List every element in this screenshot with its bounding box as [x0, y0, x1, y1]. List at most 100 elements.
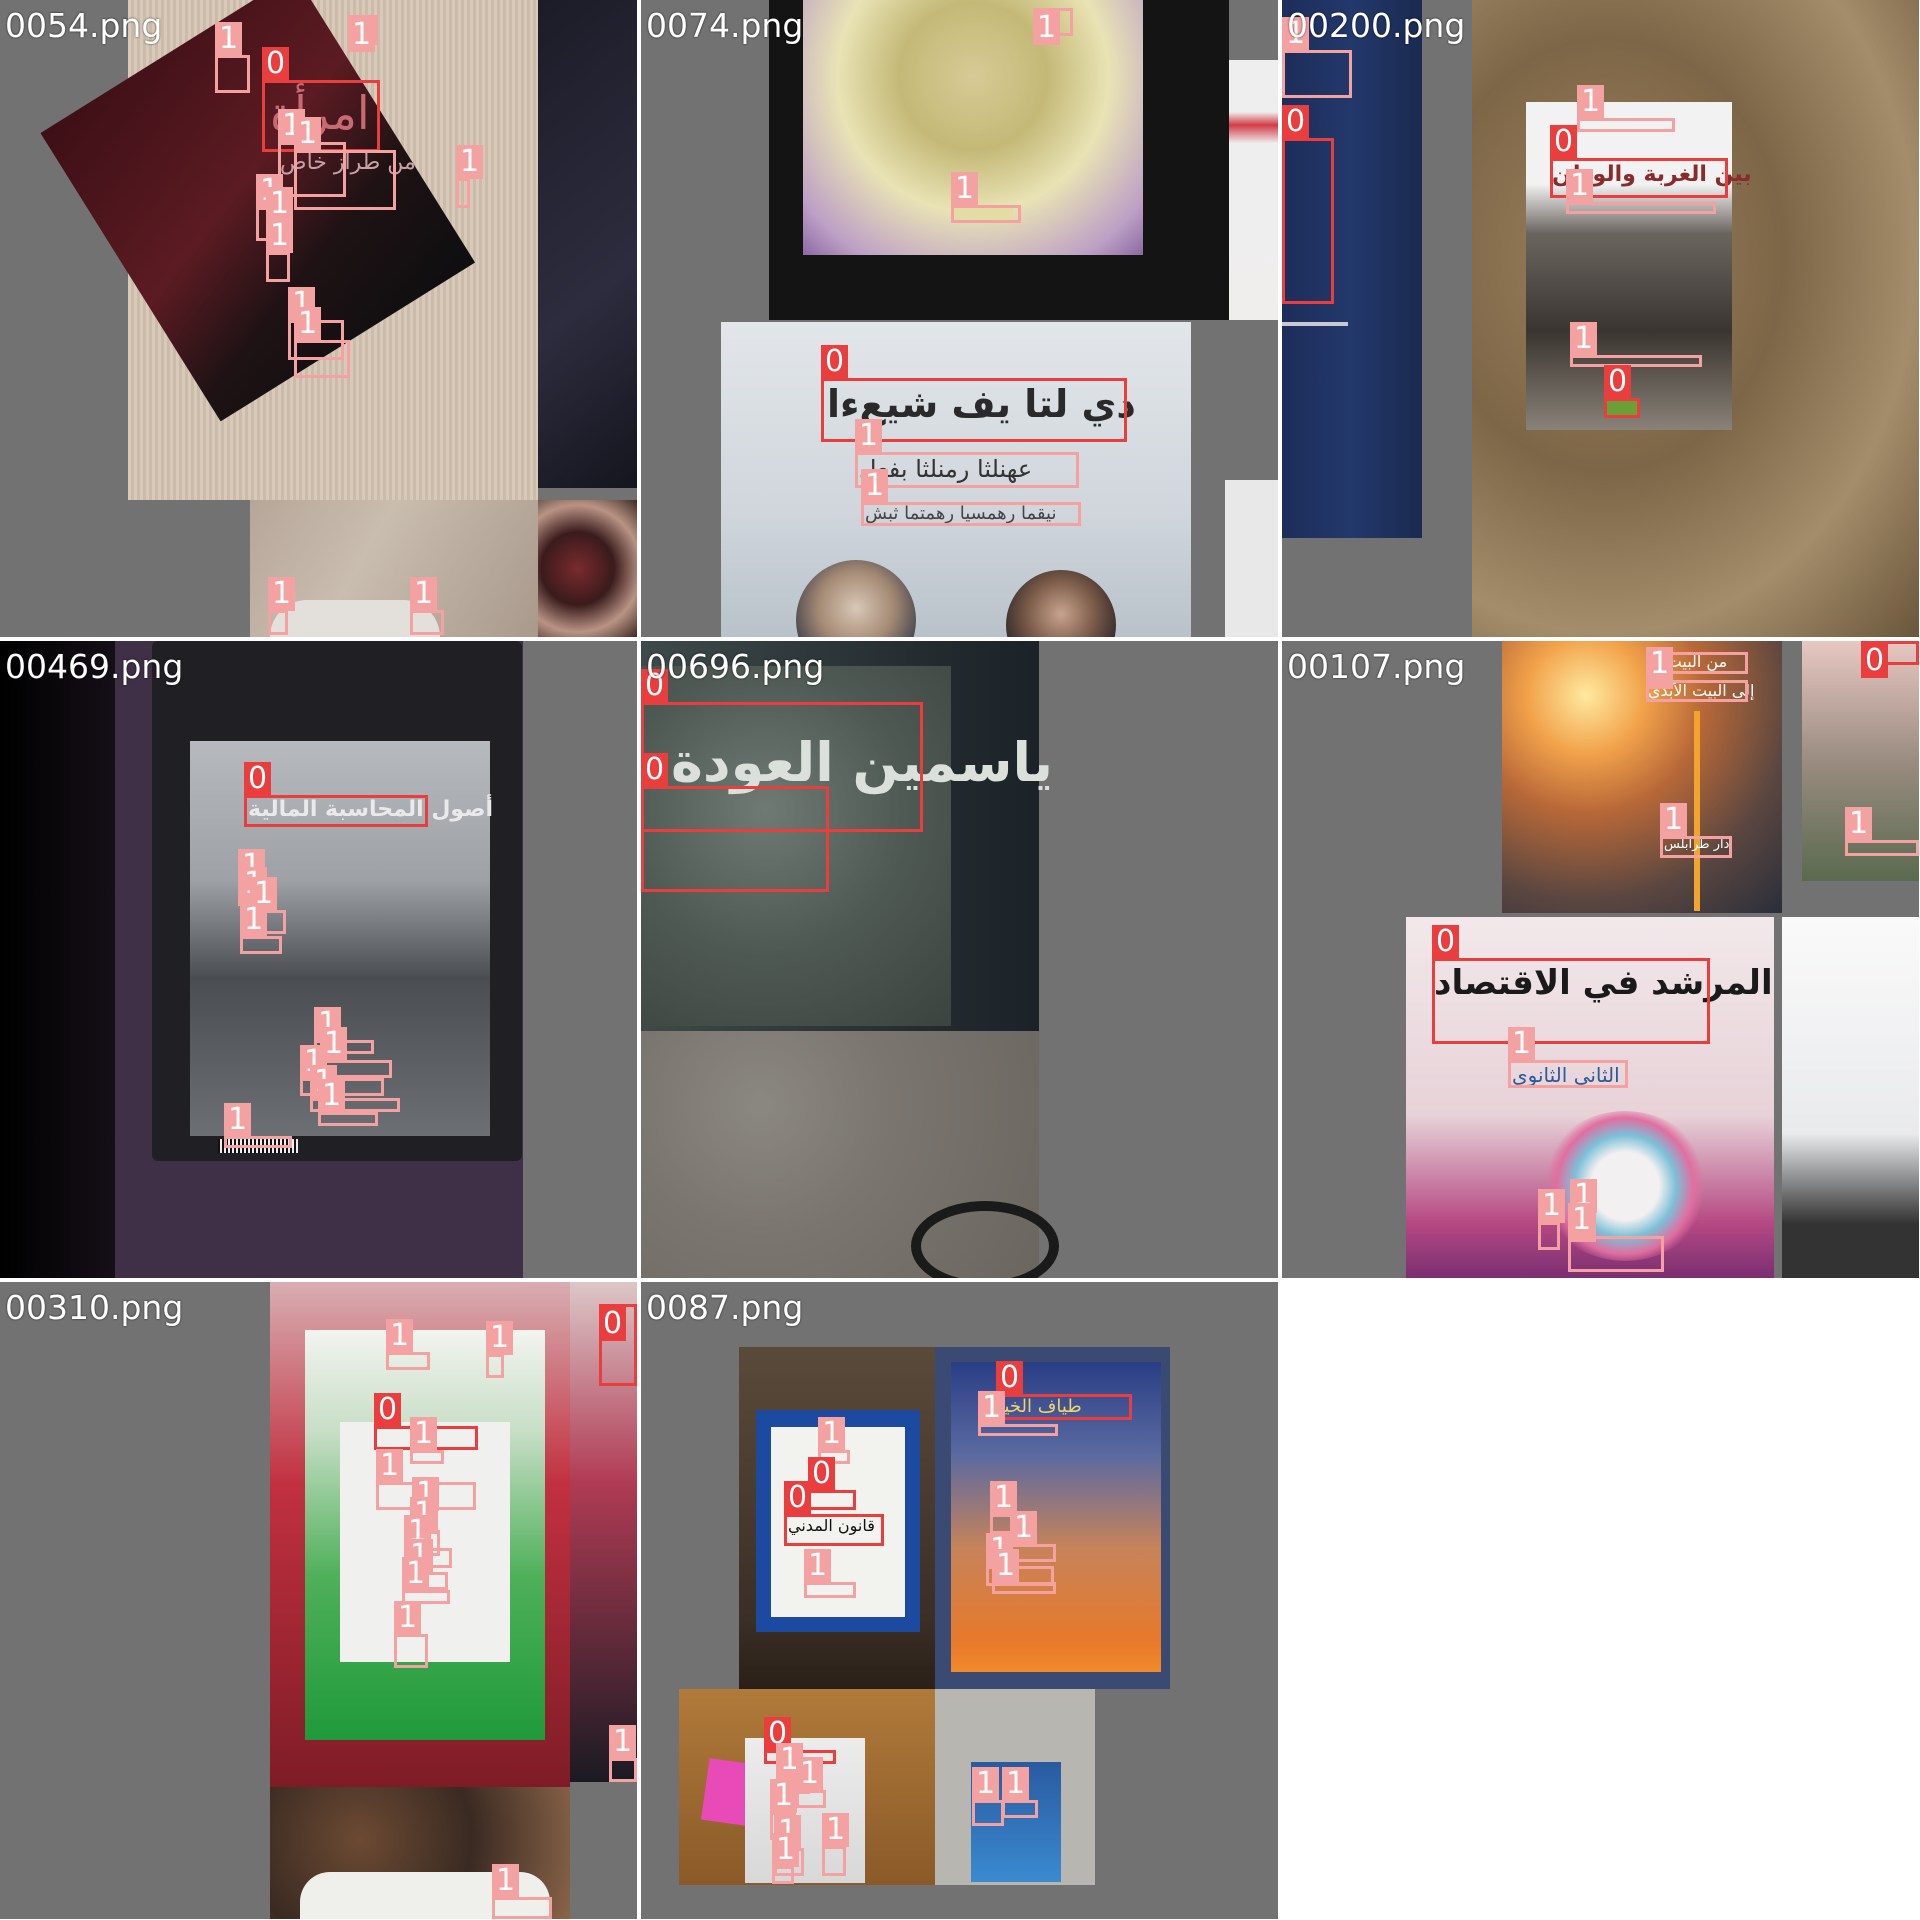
class-label: 0: [262, 47, 290, 81]
class-label: 1: [861, 469, 889, 503]
orange-rope: [1694, 711, 1700, 911]
detection-box: 1: [386, 1319, 430, 1370]
class-label: 1: [394, 1601, 422, 1635]
class-label: 1: [240, 903, 268, 937]
class-label: 0: [1604, 365, 1632, 399]
class-label: 1: [1568, 1203, 1596, 1237]
empty-slot: [1282, 1282, 1919, 1919]
detection-box: 1: [804, 1549, 856, 1598]
class-label: 1: [294, 307, 322, 341]
detection-box: 1: [978, 1391, 1058, 1436]
detection-box: 1: [456, 145, 484, 208]
detection-box: 1: [1660, 803, 1732, 858]
detection-box: 1: [348, 15, 378, 52]
class-label: 1: [386, 1319, 414, 1353]
detection-box: 1: [1002, 1767, 1038, 1818]
detection-box: 1: [951, 172, 1021, 223]
class-label: 1: [972, 1767, 1000, 1801]
detection-box: 1: [861, 469, 1081, 526]
class-label: 1: [772, 1833, 800, 1867]
class-label: 1: [796, 1757, 824, 1791]
detection-box: 1: [318, 1079, 378, 1126]
class-label: 1: [224, 1103, 252, 1137]
detection-box: 0: [244, 762, 428, 827]
detection-box: 1: [1282, 17, 1352, 98]
class-label: 0: [784, 1481, 812, 1515]
detection-box: 1: [224, 1103, 292, 1148]
class-label: 0: [641, 753, 669, 787]
detection-box: 0: [1861, 641, 1919, 678]
class-label: 1: [1508, 1027, 1536, 1061]
detection-box: 0: [784, 1481, 884, 1546]
tile-0054: امرأة من طراز خاص 0054.png 1101111111111: [0, 0, 637, 637]
detection-box: 1: [1568, 1203, 1664, 1272]
detection-box: 0: [641, 753, 829, 892]
detection-box: 0: [996, 1361, 1132, 1420]
class-label: 1: [376, 1449, 404, 1483]
tile-filename: 00469.png: [5, 647, 184, 686]
class-label: 0: [1282, 105, 1310, 139]
class-label: 1: [855, 419, 883, 453]
detection-box: 1: [609, 1725, 637, 1782]
class-label: 1: [348, 18, 376, 52]
detection-box: 1: [240, 903, 282, 954]
tile-filename: 0054.png: [5, 6, 163, 45]
detection-box: 1: [486, 1321, 514, 1378]
tile-00200: بين الغربة والوطن 00200.png 1010110: [1282, 0, 1919, 637]
detection-box: 1: [1577, 85, 1675, 132]
detection-box: 1: [215, 22, 250, 93]
class-label: 0: [1550, 125, 1578, 159]
tile-0087: قانون المدني طياف الخيا 0087.png 0110011…: [641, 1282, 1278, 1919]
class-label: 1: [410, 1417, 438, 1451]
detection-box: 1: [266, 219, 294, 282]
right-wall: [1782, 917, 1919, 1278]
detection-box: 1: [992, 1549, 1056, 1594]
class-label: 1: [978, 1391, 1006, 1425]
class-label: 1: [215, 22, 243, 56]
class-label: 0: [244, 762, 272, 796]
class-label: 0: [808, 1457, 836, 1491]
class-label: 1: [486, 1321, 514, 1355]
class-label: 1: [1566, 169, 1594, 203]
tile-filename: 00107.png: [1287, 647, 1466, 686]
class-label: 1: [822, 1813, 850, 1847]
dark-left: [0, 641, 115, 1278]
detection-box: 1: [410, 1417, 444, 1464]
class-label: 0: [821, 345, 849, 379]
detection-box: 1: [394, 1601, 428, 1668]
detection-box: 1: [1538, 1189, 1566, 1250]
class-label: 1: [992, 1549, 1020, 1583]
class-label: 0: [599, 1307, 627, 1341]
dark-furniture: [538, 0, 637, 488]
class-label: 1: [1033, 11, 1061, 45]
tile-filename: 00696.png: [646, 647, 825, 686]
detection-box: 1: [1570, 322, 1702, 367]
class-label: 1: [1646, 647, 1674, 681]
detection-box: 0: [808, 1457, 856, 1510]
class-label: 1: [609, 1725, 637, 1759]
detection-box: 1: [268, 577, 296, 635]
gray-panel: [523, 641, 637, 1278]
class-label: 1: [951, 172, 979, 206]
detection-box: 1: [1566, 169, 1716, 214]
class-label: 1: [804, 1549, 832, 1583]
detection-box: 0: [599, 1304, 637, 1386]
red-white-object: [1229, 60, 1278, 320]
detection-box: 1: [796, 1757, 826, 1808]
detection-box: 1: [822, 1813, 850, 1876]
class-label: 1: [1660, 803, 1688, 837]
detection-box: 1: [1508, 1027, 1628, 1088]
tile-00696: ياسمين العودة 00696.png 00: [641, 641, 1278, 1278]
tile-filename: 0074.png: [646, 6, 804, 45]
tile-filename: 00310.png: [5, 1288, 184, 1327]
detection-box: 1: [1845, 807, 1919, 856]
tile-filename: 00200.png: [1287, 6, 1466, 45]
class-label: 1: [1845, 807, 1873, 841]
tile-0074: ذي لتا يف شيعءا عهنلثا رمنلثا بفعل نيقما…: [641, 0, 1278, 637]
detection-box: 1: [772, 1833, 800, 1884]
detection-box: 1: [972, 1767, 1004, 1826]
detection-box: 1: [1646, 647, 1748, 702]
class-label: 1: [1570, 322, 1598, 356]
class-label: 1: [266, 219, 294, 253]
tile-00107: من البيت الا إلى البيت الأبدي دار طرابلس…: [1282, 641, 1919, 1278]
